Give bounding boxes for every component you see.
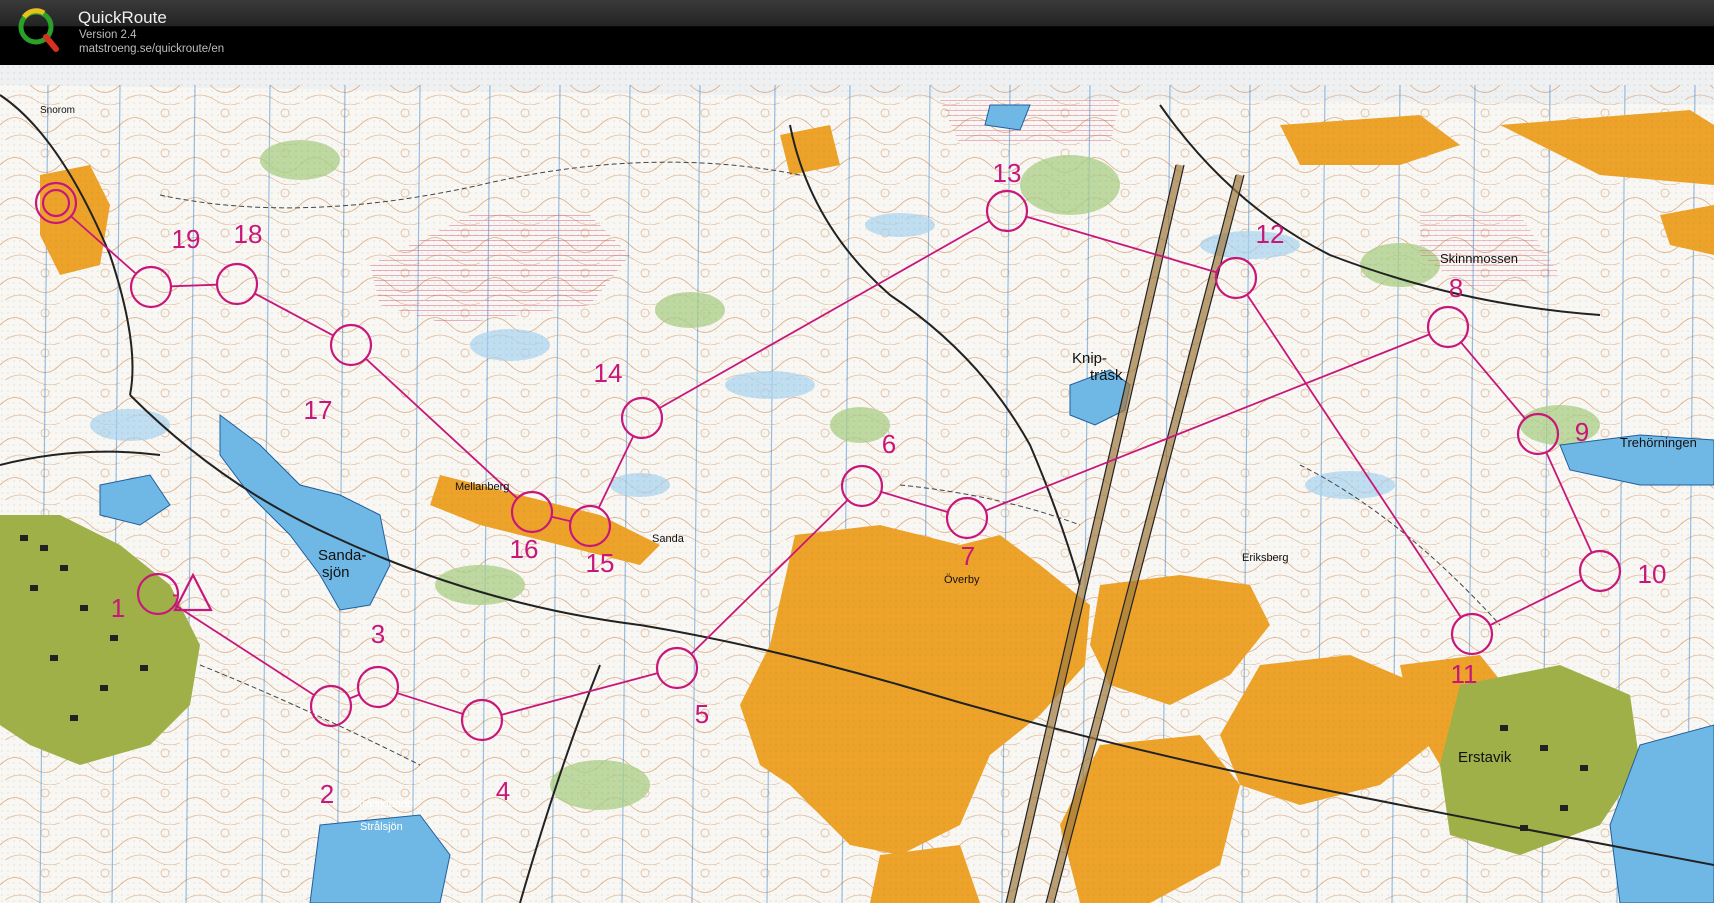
app-url-link[interactable]: matstroeng.se/quickroute/en bbox=[79, 43, 224, 55]
place-skinnmossen: Skinnmossen bbox=[1440, 251, 1518, 266]
place-trehorningen: Trehörningen bbox=[1620, 435, 1697, 450]
control-number-8: 8 bbox=[1449, 273, 1463, 303]
control-number-5: 5 bbox=[695, 699, 709, 729]
place-mellanberg: Mellanberg bbox=[455, 481, 509, 493]
control-number-3: 3 bbox=[371, 619, 385, 649]
control-number-11: 11 bbox=[1451, 659, 1478, 689]
place-kniptrask-1: Knip- bbox=[1072, 350, 1107, 367]
place-stralsjon: Strålsjön bbox=[360, 821, 403, 833]
control-number-16: 16 bbox=[510, 534, 539, 564]
place-snorom: Snorom bbox=[40, 105, 75, 116]
place-sandasjon-2: sjön bbox=[322, 564, 350, 581]
control-number-19: 19 bbox=[172, 224, 201, 254]
place-kniptrask-2: träsk bbox=[1090, 367, 1123, 384]
control-number-4: 4 bbox=[496, 776, 510, 806]
place-sandasjon-1: Sanda- bbox=[318, 547, 366, 564]
quickroute-logo-icon: Q bbox=[18, 8, 59, 52]
control-number-7: 7 bbox=[961, 541, 975, 571]
app-header: Q QuickRoute Version 2.4 matstroeng.se/q… bbox=[0, 0, 1714, 65]
place-erstavik: Erstavik bbox=[1458, 749, 1512, 766]
control-number-6: 6 bbox=[882, 429, 896, 459]
app-title: QuickRoute bbox=[78, 8, 167, 27]
control-number-13: 13 bbox=[993, 158, 1022, 188]
control-number-2: 2 bbox=[320, 779, 334, 809]
control-number-12: 12 bbox=[1256, 219, 1285, 249]
control-number-15: 15 bbox=[586, 548, 615, 578]
orienteering-map: 12345678910111213141516171819 Snorom San… bbox=[0, 65, 1714, 903]
control-number-1: 1 bbox=[111, 593, 125, 623]
place-sanda: Sanda bbox=[652, 533, 685, 545]
control-number-10: 10 bbox=[1638, 559, 1667, 589]
control-number-17: 17 bbox=[304, 395, 333, 425]
control-number-9: 9 bbox=[1575, 417, 1589, 447]
control-number-18: 18 bbox=[234, 219, 263, 249]
logo-letter: Q bbox=[27, 33, 28, 35]
app-version: Version 2.4 bbox=[79, 29, 137, 41]
control-number-14: 14 bbox=[594, 358, 623, 388]
place-overby: Överby bbox=[944, 574, 980, 586]
place-stralsjobadet: Strålsjöbadet bbox=[352, 798, 416, 810]
map-viewport[interactable]: 1 2 3 4 5 6 7 8 9 10 11 12 13 14 15 16 17 18 19 Snorom San… bbox=[0, 65, 1714, 903]
place-eriksberg: Eriksberg bbox=[1242, 552, 1288, 564]
